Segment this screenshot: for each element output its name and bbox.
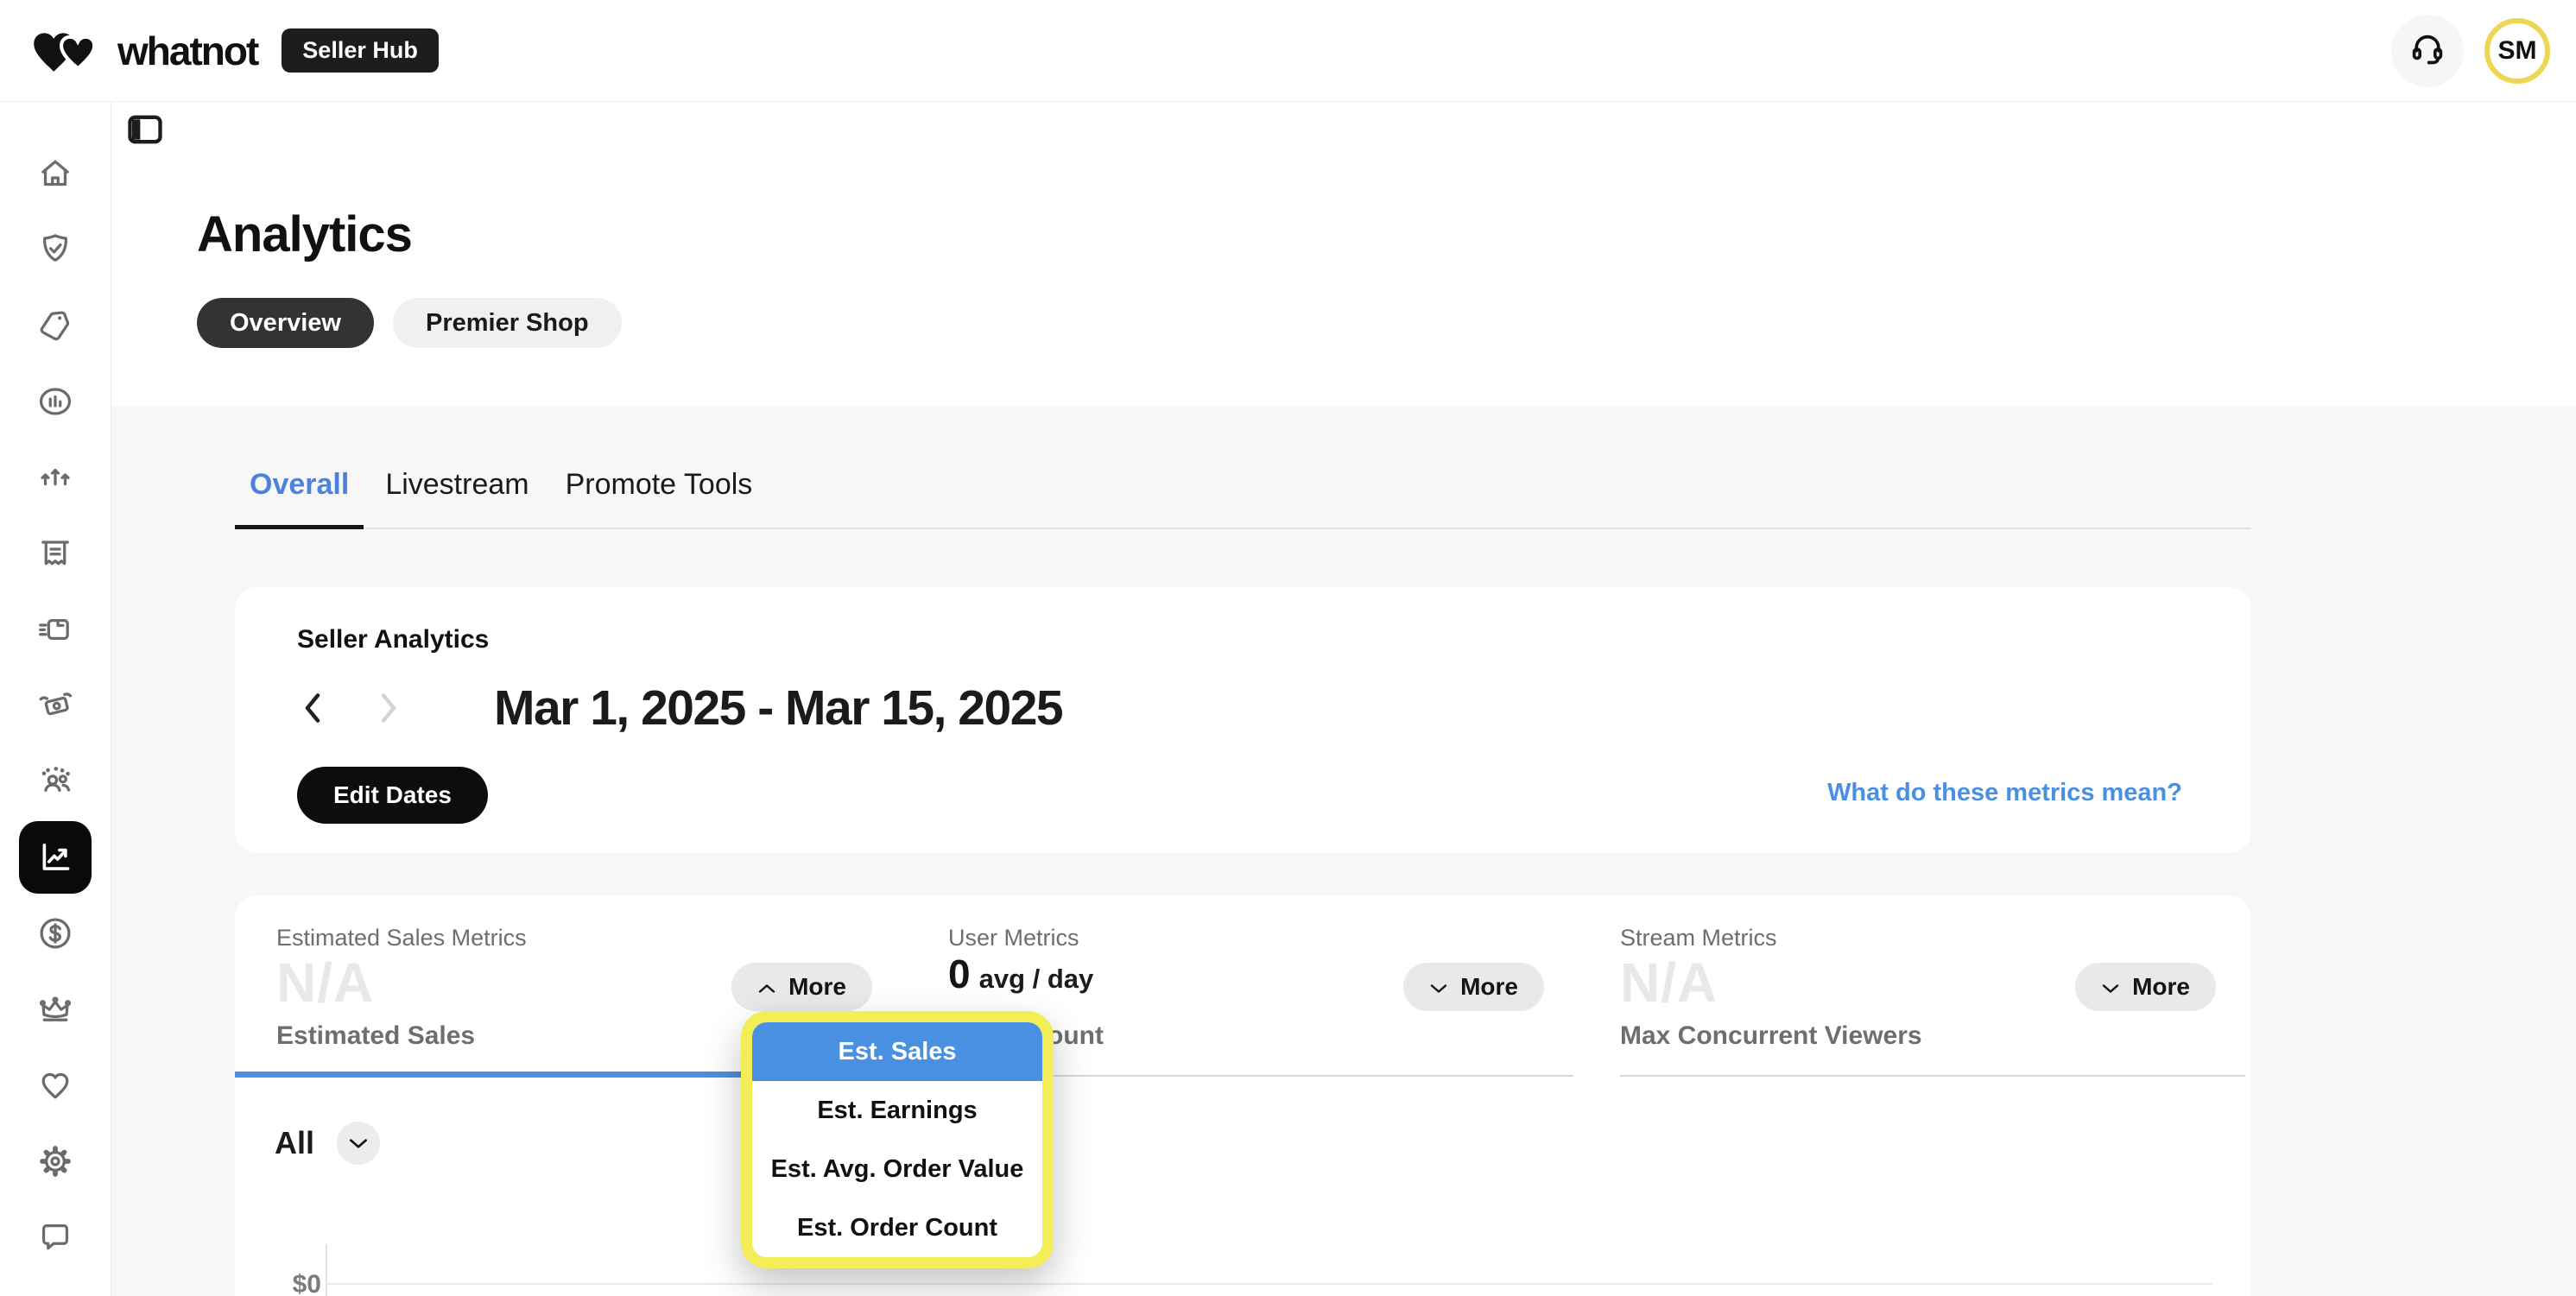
whatnot-hearts-icon [26, 22, 109, 79]
user-avatar[interactable]: SM [2484, 18, 2550, 84]
next-date-range-button[interactable] [373, 692, 404, 724]
chart-filter-dropdown[interactable]: All [275, 1122, 380, 1165]
chat-bubble-icon [35, 1217, 75, 1257]
sidebar-toggle-button[interactable] [125, 114, 165, 149]
chevron-down-icon [348, 1137, 369, 1150]
sidebar-item-listings[interactable] [35, 306, 75, 345]
avatar-initials: SM [2498, 36, 2537, 66]
chart-y-axis-tick: $0 [264, 1270, 321, 1296]
sidebar-item-home[interactable] [35, 154, 75, 193]
pill-overview[interactable]: Overview [197, 298, 374, 348]
dropdown-option-est-earnings[interactable]: Est. Earnings [752, 1081, 1042, 1140]
chevron-down-icon [1429, 973, 1448, 1001]
metric-value: 0 [948, 951, 971, 997]
gear-icon [35, 1141, 75, 1181]
whatnot-logo[interactable]: whatnot [26, 22, 257, 79]
metric-value-suffix: avg / day [979, 964, 1094, 995]
dropdown-option-est-sales[interactable]: Est. Sales [752, 1022, 1042, 1081]
support-button[interactable] [2391, 15, 2464, 87]
metric-label: Estimated Sales [276, 1021, 475, 1051]
left-sidebar-nav [0, 102, 111, 1296]
tab-promote-tools[interactable]: Promote Tools [551, 468, 768, 528]
community-icon [35, 762, 75, 801]
pill-premier-shop[interactable]: Premier Shop [393, 298, 622, 348]
sidebar-item-moderation[interactable] [35, 230, 75, 269]
seller-analytics-title: Seller Analytics [297, 625, 489, 654]
section-title: Estimated Sales Metrics [276, 925, 527, 951]
metric-value-row: N/A [276, 951, 374, 1015]
section-title: User Metrics [948, 925, 1079, 951]
metric-value-row: N/A [1620, 951, 1718, 1015]
tab-livestream[interactable]: Livestream [370, 468, 543, 528]
sidebar-item-community[interactable] [35, 762, 75, 801]
flying-money-icon [35, 686, 75, 725]
metric-label: Max Concurrent Viewers [1620, 1021, 1922, 1051]
page-header-band [111, 102, 2576, 406]
sidebar-item-favorites[interactable] [35, 1065, 75, 1105]
sidebar-item-earnings[interactable] [35, 914, 75, 953]
analytics-chart-icon [35, 838, 75, 877]
section-title: Stream Metrics [1620, 925, 1777, 951]
heart-icon [35, 1065, 75, 1105]
chevron-down-icon [2101, 973, 2120, 1001]
sidebar-item-rewards[interactable] [35, 989, 75, 1029]
home-icon [35, 154, 75, 193]
more-label: More [1460, 973, 1518, 1001]
panel-toggle-icon [128, 115, 162, 149]
package-icon [35, 610, 75, 649]
user-metrics-more-button[interactable]: More [1403, 963, 1544, 1011]
tab-overall[interactable]: Overall [235, 468, 364, 528]
metrics-card: Estimated Sales Metrics N/A Estimated Sa… [235, 895, 2251, 1296]
dropdown-option-est-order-count[interactable]: Est. Order Count [752, 1198, 1042, 1257]
chart-gridline [326, 1283, 2212, 1285]
shield-check-icon [35, 230, 75, 269]
metric-value: N/A [276, 951, 374, 1015]
section-divider [1620, 1075, 2245, 1077]
date-range-text: Mar 1, 2025 - Mar 15, 2025 [494, 680, 1062, 737]
sidebar-item-orders[interactable] [35, 534, 75, 573]
stats-oval-icon [35, 382, 75, 421]
sidebar-item-payouts[interactable] [35, 686, 75, 725]
estimated-sales-more-button[interactable]: More [731, 963, 872, 1011]
more-label: More [788, 973, 846, 1001]
metric-value: N/A [1620, 951, 1718, 1015]
chart-filter-label: All [275, 1125, 314, 1161]
stream-metrics-more-button[interactable]: More [2075, 963, 2216, 1011]
chart-y-axis-line [326, 1244, 327, 1296]
dollar-circle-icon [35, 914, 75, 953]
arrows-up-icon [35, 458, 75, 497]
sidebar-item-settings[interactable] [35, 1141, 75, 1181]
dropdown-option-est-avg-order-value[interactable]: Est. Avg. Order Value [752, 1140, 1042, 1198]
sidebar-item-shipments[interactable] [35, 610, 75, 649]
top-header: whatnot Seller Hub SM [0, 0, 2576, 102]
stream-metrics-section: Stream Metrics N/A Max Concurrent Viewer… [1579, 895, 2250, 1111]
main-content: Analytics Overview Premier Shop Overall … [111, 102, 2576, 1296]
chevron-up-icon [757, 973, 776, 1001]
sidebar-item-messages[interactable] [35, 1217, 75, 1257]
sidebar-item-activity[interactable] [35, 382, 75, 421]
metric-picker-dropdown-highlighted: Est. Sales Est. Earnings Est. Avg. Order… [741, 1011, 1054, 1268]
metrics-explainer-link[interactable]: What do these metrics mean? [1827, 779, 2182, 807]
metric-picker-list: Est. Sales Est. Earnings Est. Avg. Order… [752, 1022, 1042, 1257]
sidebar-item-analytics[interactable] [19, 821, 92, 894]
prev-date-range-button[interactable] [297, 692, 328, 724]
sidebar-item-promote[interactable] [35, 458, 75, 497]
seller-analytics-card: Seller Analytics Mar 1, 2025 - Mar 15, 2… [235, 587, 2251, 853]
date-range-nav: Mar 1, 2025 - Mar 15, 2025 [297, 677, 1062, 739]
page-title: Analytics [197, 205, 412, 263]
headset-icon [2408, 29, 2446, 72]
brand-wordmark: whatnot [117, 28, 257, 74]
chart-filter-chevron-button[interactable] [337, 1122, 380, 1165]
crown-icon [35, 989, 75, 1029]
tag-icon [35, 306, 75, 345]
more-label: More [2132, 973, 2190, 1001]
seller-hub-badge: Seller Hub [282, 28, 439, 73]
edit-dates-button[interactable]: Edit Dates [297, 767, 488, 824]
analytics-view-pills: Overview Premier Shop [197, 298, 622, 348]
analytics-tabs: Overall Livestream Promote Tools [235, 468, 2251, 529]
receipt-icon [35, 534, 75, 573]
metric-value-row: 0 avg / day [948, 951, 1093, 997]
